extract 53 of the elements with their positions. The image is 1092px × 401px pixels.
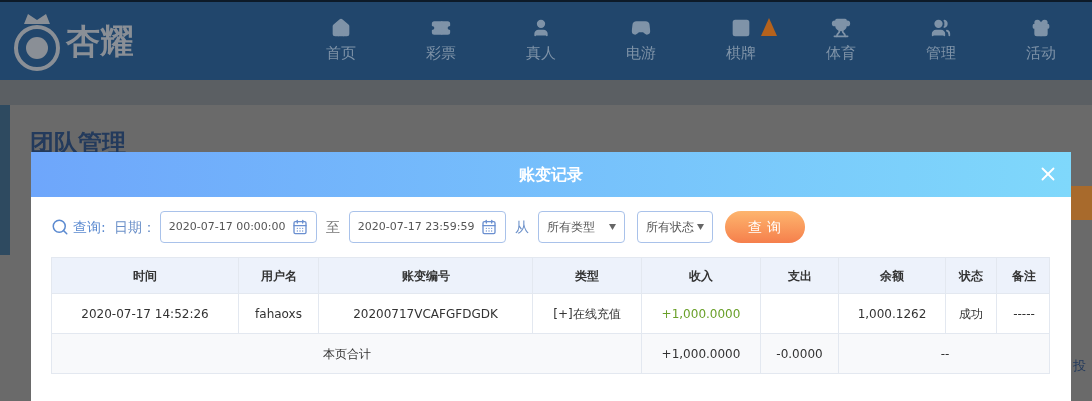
column-header: 账变编号 bbox=[401, 267, 450, 285]
nav-item[interactable]: 活动 bbox=[991, 2, 1091, 80]
nav-icon bbox=[931, 17, 951, 38]
table-cell-text: 2020-07-17 14:52:26 bbox=[81, 305, 209, 323]
nav-icon bbox=[531, 17, 551, 38]
total-expense: -0.0000 bbox=[776, 345, 823, 363]
calendar-icon bbox=[480, 219, 497, 235]
query-label: 查询: bbox=[73, 217, 106, 237]
column-header: 时间 bbox=[133, 267, 157, 285]
column-header: 余额 bbox=[880, 267, 904, 285]
caret-icon bbox=[696, 224, 704, 230]
calendar-icon bbox=[291, 219, 308, 235]
start-date-field[interactable]: 2020-07-17 00:00:00 bbox=[159, 211, 317, 243]
modal-title: 账变记录 bbox=[519, 163, 583, 186]
end-date-field[interactable]: 2020-07-17 23:59:59 bbox=[348, 211, 506, 243]
table-cell-text: +1,000.0000 bbox=[661, 305, 741, 323]
page-edge-text: 投 bbox=[1073, 357, 1086, 375]
nav-icon bbox=[831, 17, 851, 38]
nav-icon bbox=[1031, 17, 1051, 38]
partial-button-edge bbox=[1071, 186, 1092, 220]
nav-item[interactable]: 真人 bbox=[491, 2, 591, 80]
column-header: 用户名 bbox=[260, 267, 297, 285]
status-select[interactable]: 所有状态 bbox=[636, 211, 713, 243]
nav-icon bbox=[731, 17, 751, 38]
query-button[interactable]: 查 询 bbox=[724, 211, 805, 243]
logo-text: 杏耀 bbox=[66, 19, 134, 63]
nav-item[interactable]: 首页 bbox=[291, 2, 391, 80]
nav-icon bbox=[331, 17, 351, 38]
to-label: 至 bbox=[325, 217, 340, 237]
total-income: +1,000.0000 bbox=[661, 345, 741, 363]
nav-item[interactable]: 彩票 bbox=[391, 2, 491, 80]
date-label: 日期： bbox=[113, 217, 156, 237]
total-rest: -- bbox=[940, 345, 950, 363]
table-cell-text: fahaoxs bbox=[255, 305, 302, 323]
type-select[interactable]: 所有类型 bbox=[537, 211, 625, 243]
caret-icon bbox=[608, 224, 616, 230]
nav-item[interactable]: 电游 bbox=[591, 2, 691, 80]
table-cell-text: 成功 bbox=[959, 305, 983, 323]
column-header: 支出 bbox=[787, 267, 812, 285]
nav-item[interactable]: 体育 bbox=[791, 2, 891, 80]
column-header: 状态 bbox=[959, 267, 983, 285]
from-label: 从 bbox=[514, 217, 529, 237]
total-label: 本页合计 bbox=[322, 345, 371, 363]
table-cell-text: ----- bbox=[1013, 305, 1035, 323]
nav-item[interactable]: 管理 bbox=[891, 2, 991, 80]
table-cell-text: 20200717VCAFGFDGDK bbox=[353, 305, 498, 323]
column-header: 收入 bbox=[689, 267, 713, 285]
column-header: 备注 bbox=[1012, 267, 1036, 285]
column-header: 类型 bbox=[575, 267, 599, 285]
table-cell-text: 1,000.1262 bbox=[857, 305, 927, 323]
search-icon bbox=[51, 218, 69, 236]
table-cell-text: [+]在线充值 bbox=[553, 305, 621, 323]
nav-item[interactable]: 棋牌 bbox=[691, 2, 791, 80]
